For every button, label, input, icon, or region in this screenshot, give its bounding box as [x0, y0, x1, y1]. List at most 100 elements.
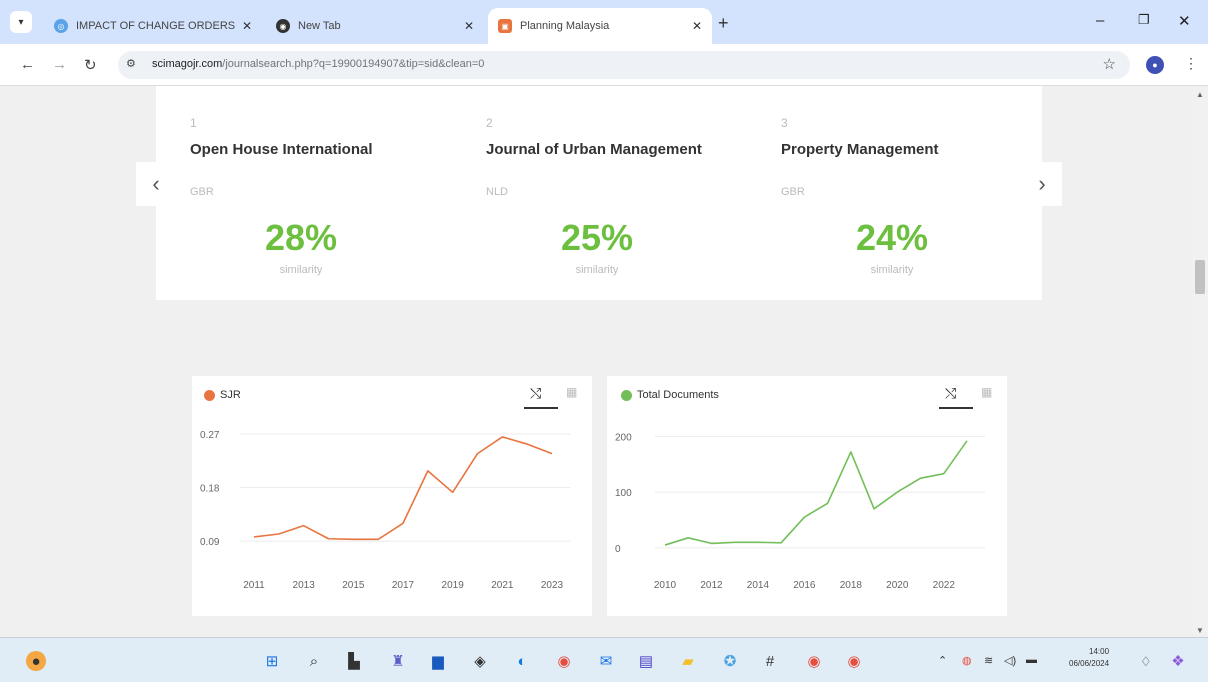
- teams-icon[interactable]: ♜: [388, 651, 408, 671]
- chrome-alt-icon[interactable]: ◉: [844, 651, 864, 671]
- data-point[interactable]: [351, 537, 355, 541]
- similarity-label: similarity: [575, 264, 619, 276]
- data-point[interactable]: [550, 452, 554, 456]
- battery-icon[interactable]: ▬: [1026, 654, 1037, 666]
- start-windows-icon[interactable]: ⊞: [262, 651, 282, 671]
- data-point[interactable]: [376, 537, 380, 541]
- data-point[interactable]: [302, 524, 306, 528]
- scroll-down-arrow-icon[interactable]: ▼: [1196, 626, 1204, 635]
- data-point[interactable]: [802, 515, 806, 519]
- data-point[interactable]: [500, 435, 504, 439]
- close-tab-icon[interactable]: ✕: [692, 19, 702, 33]
- reload-button[interactable]: ↻: [84, 56, 97, 74]
- data-point[interactable]: [942, 472, 946, 476]
- hashtag-app-icon[interactable]: #: [760, 651, 780, 671]
- data-point[interactable]: [663, 543, 667, 547]
- back-button[interactable]: ←: [20, 56, 35, 73]
- copilot-icon[interactable]: ❖: [1168, 651, 1188, 671]
- y-tick-label: 0: [615, 544, 621, 555]
- profile-avatar[interactable]: ●: [1146, 56, 1164, 74]
- tray-app-icon[interactable]: ◍: [962, 654, 972, 667]
- new-tab-button[interactable]: +: [718, 13, 729, 34]
- similar-journal-name[interactable]: Open House International: [190, 138, 410, 161]
- series-line[interactable]: [664, 440, 968, 546]
- data-point[interactable]: [919, 476, 923, 480]
- bookmark-star-icon[interactable]: ☆: [1103, 55, 1116, 73]
- data-point[interactable]: [826, 501, 830, 505]
- data-point[interactable]: [872, 507, 876, 511]
- site-info-icon[interactable]: ⚙: [126, 57, 136, 70]
- forward-button[interactable]: →: [52, 56, 67, 73]
- data-point[interactable]: [401, 521, 405, 525]
- close-tab-icon[interactable]: ✕: [242, 19, 252, 33]
- chrome-taskbar-icon[interactable]: ◉: [554, 651, 574, 671]
- tab-impact-of-change-orders[interactable]: ◎ IMPACT OF CHANGE ORDERS ✕: [44, 8, 262, 44]
- data-point[interactable]: [476, 452, 480, 456]
- similar-journal-card[interactable]: 1 Open House International GBR 28% simil…: [156, 86, 426, 286]
- word-icon[interactable]: ▆: [428, 651, 448, 671]
- tab-search-button[interactable]: ▾: [10, 11, 32, 33]
- data-point[interactable]: [451, 490, 455, 494]
- data-point[interactable]: [686, 536, 690, 540]
- search-icon[interactable]: ⌕: [304, 651, 324, 671]
- data-point[interactable]: [895, 490, 899, 494]
- mail-icon[interactable]: ✉: [596, 651, 616, 671]
- similar-journal-rank: 1: [190, 116, 197, 130]
- similar-journal-card[interactable]: 2 Journal of Urban Management NLD 25% si…: [452, 86, 722, 286]
- address-bar[interactable]: ⚙ scimagojr.com/journalsearch.php?q=1990…: [118, 51, 1130, 79]
- data-point[interactable]: [252, 535, 256, 539]
- similar-journal-name[interactable]: Journal of Urban Management: [486, 138, 706, 161]
- data-point[interactable]: [426, 469, 430, 473]
- data-point[interactable]: [965, 439, 969, 443]
- data-point[interactable]: [756, 540, 760, 544]
- data-point[interactable]: [525, 442, 529, 446]
- settings-app-icon[interactable]: ✪: [720, 651, 740, 671]
- tab-title: New Tab: [298, 20, 341, 32]
- similar-journal-rank: 2: [486, 116, 493, 130]
- close-tab-icon[interactable]: ✕: [464, 19, 474, 33]
- scroll-up-arrow-icon[interactable]: ▲: [1196, 90, 1204, 99]
- tab-new-tab[interactable]: ◉ New Tab ✕: [266, 8, 484, 44]
- notification-bell-icon[interactable]: ♢: [1140, 654, 1152, 670]
- volume-icon[interactable]: ◁): [1004, 654, 1016, 667]
- x-tick-label: 2021: [491, 580, 514, 591]
- app-icon[interactable]: ◈: [470, 651, 490, 671]
- similar-journal-country: GBR: [781, 186, 805, 198]
- x-tick-label: 2011: [243, 580, 265, 591]
- chrome-profile-icon[interactable]: ◉: [804, 651, 824, 671]
- total-documents-chart-panel: Total Documents ⤭ ▦ 200 100 0 2010 2012 2014 2…: [607, 376, 1007, 616]
- task-view-icon[interactable]: ▙: [344, 651, 364, 671]
- restore-button[interactable]: ❐: [1138, 12, 1150, 28]
- tray-chevron-icon[interactable]: ⌃: [938, 654, 947, 667]
- minimize-button[interactable]: –: [1096, 12, 1104, 29]
- close-window-button[interactable]: ✕: [1178, 12, 1191, 30]
- similar-journal-card[interactable]: 3 Property Management GBR 24% similarity: [747, 86, 1017, 286]
- weather-icon[interactable]: ●: [26, 651, 46, 671]
- y-tick-label: 200: [615, 432, 632, 443]
- data-point[interactable]: [709, 541, 713, 545]
- file-explorer-icon[interactable]: ▰: [678, 651, 698, 671]
- chrome-icon: ◉: [276, 19, 290, 33]
- carousel-next-button[interactable]: ›: [1022, 162, 1062, 206]
- scroll-thumb[interactable]: [1195, 260, 1205, 294]
- data-point[interactable]: [277, 532, 281, 536]
- globe-icon: ◎: [54, 19, 68, 33]
- data-point[interactable]: [733, 540, 737, 544]
- system-clock[interactable]: 14:00 06/06/2024: [1069, 646, 1109, 670]
- store-icon[interactable]: ▤: [636, 651, 656, 671]
- similar-journal-name[interactable]: Property Management: [781, 138, 1001, 161]
- y-tick-label: 0.18: [200, 484, 220, 495]
- clock-time: 14:00: [1089, 647, 1110, 656]
- carousel-prev-button[interactable]: ‹: [136, 162, 176, 206]
- tab-title: Planning Malaysia: [520, 20, 610, 32]
- edge-icon[interactable]: ◐: [512, 651, 532, 671]
- data-point[interactable]: [327, 537, 331, 541]
- data-point[interactable]: [849, 450, 853, 454]
- menu-kebab-icon[interactable]: ⋮: [1184, 55, 1198, 72]
- tab-planning-malaysia[interactable]: ▣ Planning Malaysia ✕: [488, 8, 712, 44]
- similar-journal-country: GBR: [190, 186, 214, 198]
- wifi-icon[interactable]: ≋: [984, 654, 993, 667]
- data-point[interactable]: [779, 541, 783, 545]
- page-scrollbar[interactable]: ▲ ▼: [1192, 86, 1208, 637]
- x-tick-label: 2017: [392, 580, 415, 591]
